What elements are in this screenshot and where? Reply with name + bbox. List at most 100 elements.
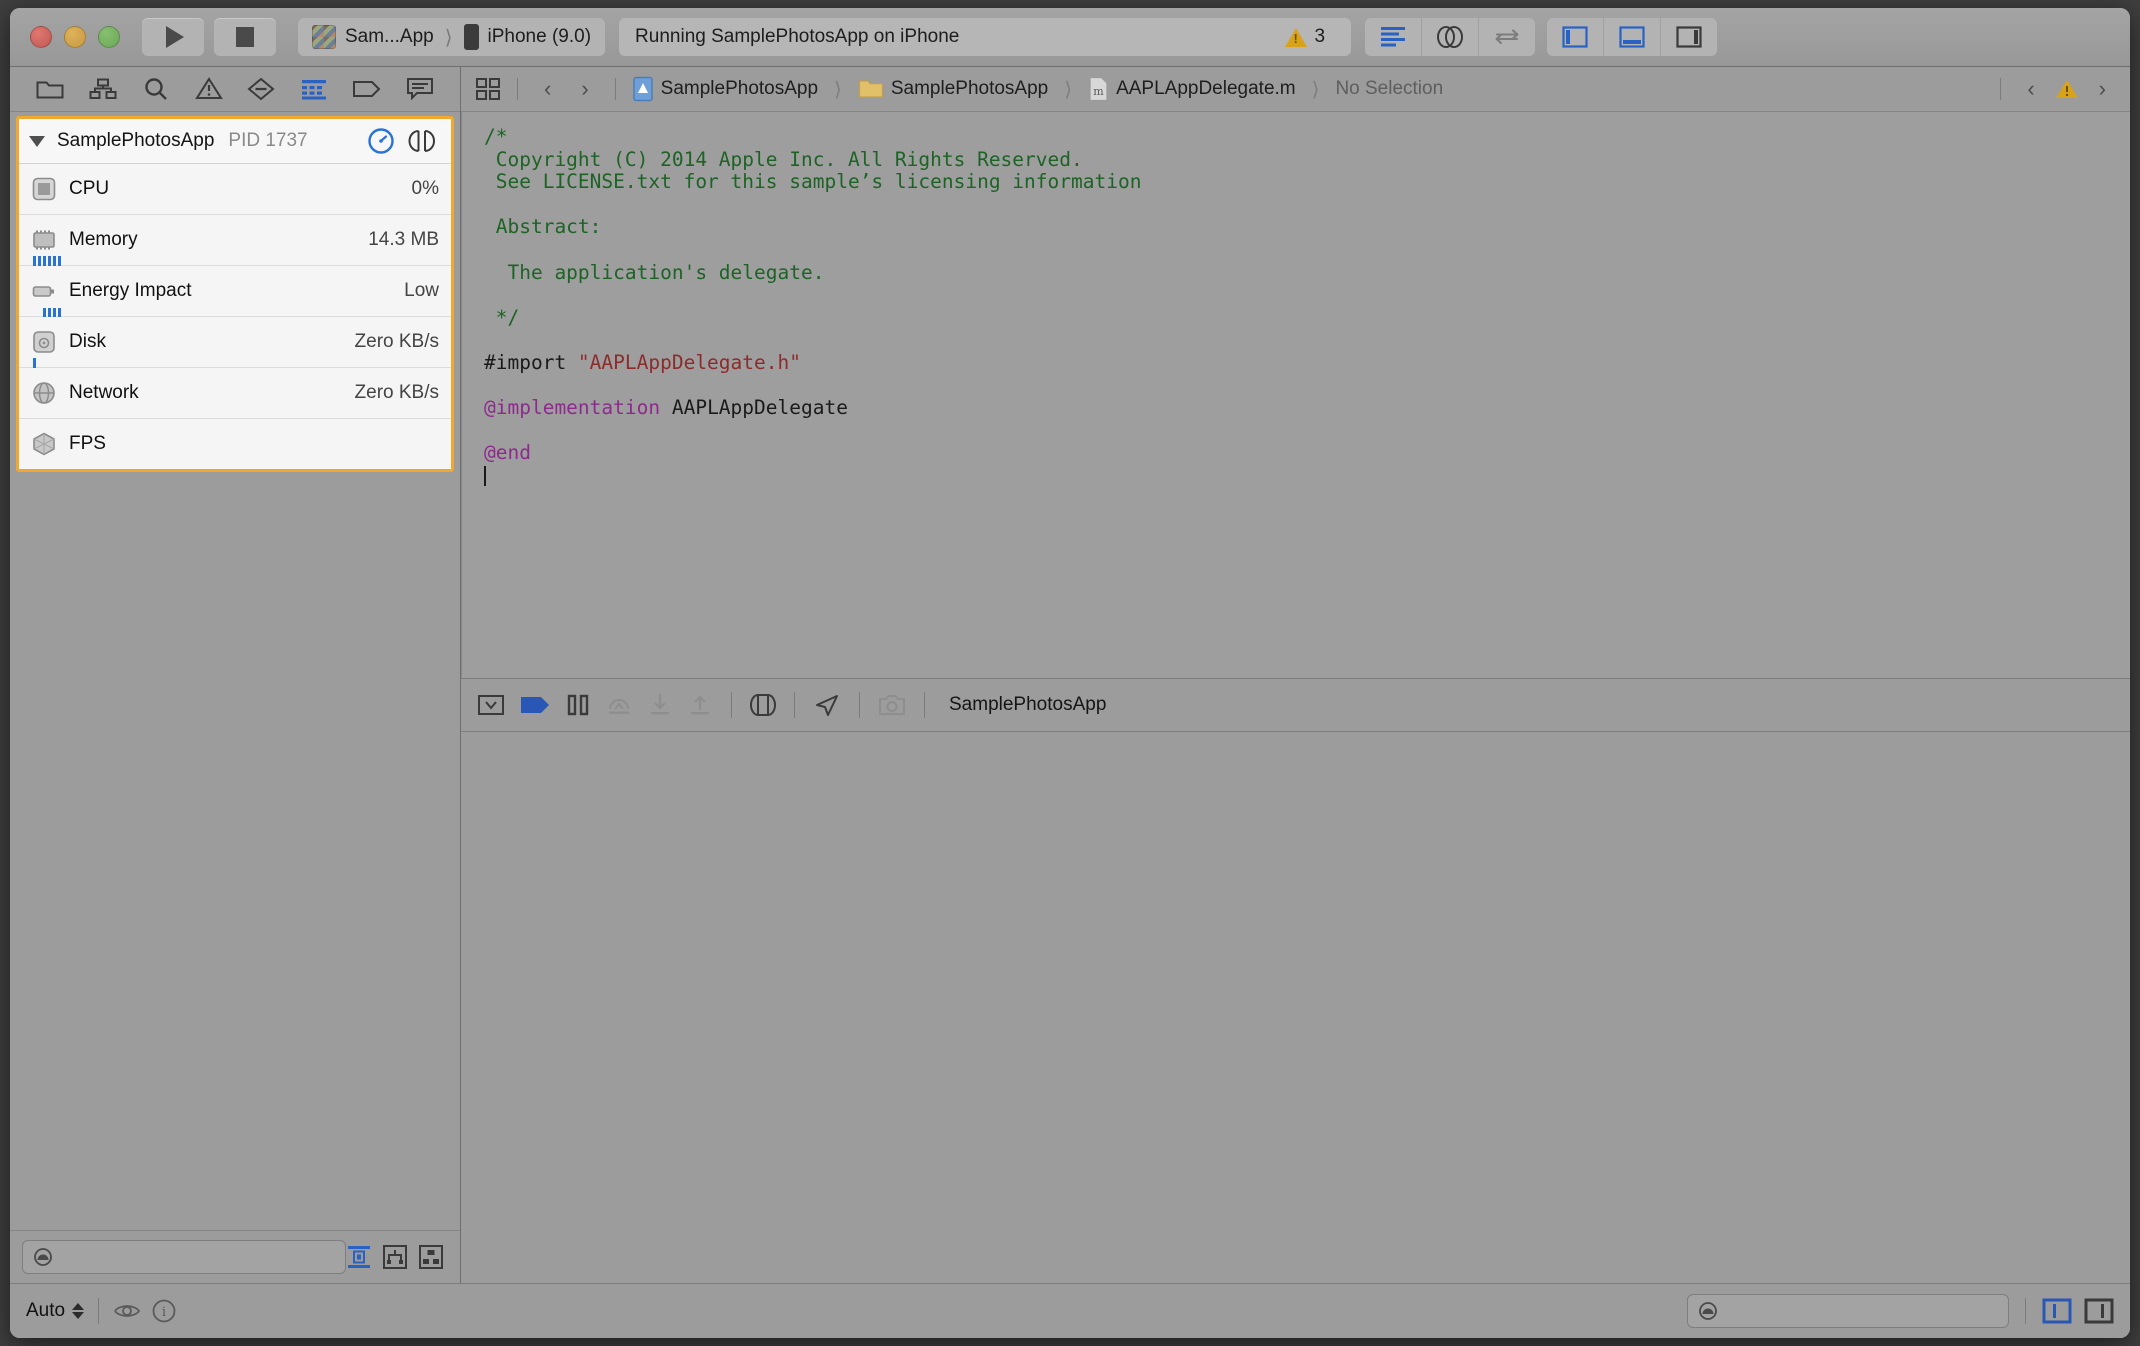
eye-icon[interactable] bbox=[113, 1300, 141, 1322]
deactivate-breakpoints-icon[interactable] bbox=[519, 693, 551, 717]
divider bbox=[517, 78, 518, 100]
show-variables-view-icon[interactable] bbox=[2042, 1298, 2072, 1324]
assistant-editor-button[interactable] bbox=[1422, 18, 1480, 56]
code-line-end-keyword: @end bbox=[484, 441, 531, 465]
capture-gpu-frame-icon[interactable] bbox=[878, 693, 906, 717]
show-console-view-icon[interactable] bbox=[2084, 1298, 2114, 1324]
source-code[interactable]: /* Copyright (C) 2014 Apple Inc. All Rig… bbox=[462, 125, 2130, 488]
chevron-right-icon: ⟩ bbox=[834, 78, 842, 101]
breadcrumb-project[interactable]: SamplePhotosApp bbox=[632, 76, 818, 102]
gauge-label: Memory bbox=[69, 229, 138, 250]
go-forward-button[interactable]: › bbox=[571, 76, 598, 102]
toggle-debug-area-button[interactable] bbox=[1604, 18, 1662, 56]
view-process-icon[interactable] bbox=[346, 1244, 372, 1270]
sidebar-item-find-navigator[interactable] bbox=[133, 74, 179, 104]
step-into-icon[interactable] bbox=[647, 692, 673, 718]
network-icon bbox=[31, 380, 57, 406]
pause-icon[interactable] bbox=[565, 693, 591, 717]
divider bbox=[924, 691, 925, 718]
breadcrumb-folder[interactable]: SamplePhotosApp bbox=[858, 78, 1048, 100]
gauge-row-energy[interactable]: Energy Impact Low bbox=[19, 266, 451, 318]
code-line-abstract-label: Abstract: bbox=[484, 215, 602, 239]
console-filter-input[interactable] bbox=[1726, 1301, 1998, 1321]
standard-editor-button[interactable] bbox=[1365, 18, 1423, 56]
sidebar-item-debug-navigator[interactable] bbox=[291, 74, 337, 104]
process-view-icon[interactable] bbox=[407, 128, 437, 154]
toggle-utilities-button[interactable] bbox=[1661, 18, 1717, 56]
folder-icon bbox=[36, 81, 64, 99]
activity-status-view: Running SamplePhotosApp on iPhone 3 bbox=[619, 18, 1352, 56]
warning-indicator[interactable]: 3 bbox=[1285, 26, 1335, 48]
process-name: SamplePhotosApp bbox=[57, 130, 215, 151]
next-issue-button[interactable]: › bbox=[2089, 76, 2116, 102]
go-back-button[interactable]: ‹ bbox=[534, 76, 561, 102]
stop-icon bbox=[236, 27, 254, 47]
scheme-selector[interactable]: Sam...App ⟩ iPhone (9.0) bbox=[298, 18, 606, 56]
search-icon bbox=[145, 78, 167, 100]
step-over-icon[interactable] bbox=[605, 692, 633, 718]
gauge-label: Energy Impact bbox=[69, 280, 192, 301]
sidebar-item-project-navigator[interactable] bbox=[27, 74, 73, 104]
navigator-filter-input[interactable] bbox=[61, 1247, 335, 1267]
sidebar-item-test-navigator[interactable] bbox=[238, 74, 284, 104]
test-diamond-icon bbox=[247, 77, 275, 101]
xcode-window: Sam...App ⟩ iPhone (9.0) Running SampleP… bbox=[10, 8, 2130, 1338]
svg-text:i: i bbox=[162, 1305, 166, 1320]
gauge-row-memory[interactable]: Memory 14.3 MB bbox=[19, 215, 451, 267]
gauge-row-network[interactable]: Network Zero KB/s bbox=[19, 368, 451, 419]
view-queues-icon[interactable] bbox=[418, 1244, 444, 1270]
jump-bar: ‹ › SamplePhotosApp ⟩ SamplePhotosApp ⟩ … bbox=[461, 67, 2130, 112]
disclosure-triangle-icon[interactable] bbox=[29, 135, 45, 147]
sidebar-item-symbol-navigator[interactable] bbox=[80, 74, 126, 104]
gauge-row-fps[interactable]: FPS bbox=[19, 419, 451, 469]
chevron-right-icon: ⟩ bbox=[1064, 78, 1073, 101]
version-editor-button[interactable] bbox=[1479, 18, 1535, 56]
previous-issue-button[interactable]: ‹ bbox=[2017, 76, 2044, 102]
breadcrumb-selection[interactable]: No Selection bbox=[1335, 78, 1443, 100]
sidebar-item-breakpoint-navigator[interactable] bbox=[344, 74, 390, 104]
gauge-row-disk[interactable]: Disk Zero KB/s bbox=[19, 317, 451, 369]
code-line-copyright: Copyright (C) 2014 Apple Inc. All Rights… bbox=[484, 147, 1083, 171]
text-caret bbox=[484, 465, 486, 486]
hide-debug-area-icon[interactable] bbox=[477, 693, 505, 717]
process-header-row[interactable]: SamplePhotosApp PID 1737 bbox=[19, 119, 451, 164]
close-window-button[interactable] bbox=[30, 26, 52, 48]
view-debugging-icon[interactable] bbox=[750, 692, 776, 718]
sidebar-item-report-navigator[interactable] bbox=[397, 74, 443, 104]
code-line-comment-open: /* bbox=[484, 125, 508, 148]
gauge-row-cpu[interactable]: CPU 0% bbox=[19, 164, 451, 215]
gauge-icon[interactable] bbox=[367, 127, 395, 155]
related-items-icon[interactable] bbox=[475, 77, 501, 101]
auto-popup-button[interactable]: Auto bbox=[26, 1300, 85, 1322]
minimize-window-button[interactable] bbox=[64, 26, 86, 48]
navigator-filter-field[interactable] bbox=[22, 1240, 346, 1274]
breadcrumb-label: SamplePhotosApp bbox=[660, 78, 819, 99]
view-threads-icon[interactable] bbox=[382, 1244, 408, 1270]
svg-text:m: m bbox=[1093, 85, 1104, 98]
stepper-icon[interactable] bbox=[72, 1303, 85, 1319]
zoom-window-button[interactable] bbox=[98, 26, 120, 48]
code-line-import-path: "AAPLAppDelegate.h" bbox=[577, 350, 801, 374]
toggle-navigator-button[interactable] bbox=[1547, 18, 1605, 56]
breadcrumb-label: AAPLAppDelegate.m bbox=[1116, 78, 1296, 99]
gauge-label: CPU bbox=[69, 178, 110, 199]
code-line-implementation-class: AAPLAppDelegate bbox=[660, 396, 848, 420]
window-body: SamplePhotosApp PID 1737 CPU 0% Memory 1… bbox=[10, 67, 2130, 1283]
console-area[interactable] bbox=[461, 731, 2130, 1283]
debug-pane-icon bbox=[1619, 26, 1645, 48]
simulate-location-icon[interactable] bbox=[813, 692, 841, 718]
issue-navigation-group: ‹ › bbox=[1994, 76, 2116, 102]
sidebar-item-issue-navigator[interactable] bbox=[186, 74, 232, 104]
m-file-icon: m bbox=[1089, 76, 1108, 102]
step-out-icon[interactable] bbox=[687, 692, 713, 718]
auto-label: Auto bbox=[26, 1300, 66, 1321]
run-button[interactable] bbox=[142, 18, 204, 56]
gauge-label: Disk bbox=[69, 331, 106, 352]
stop-button[interactable] bbox=[214, 18, 276, 56]
gauge-label: Network bbox=[69, 382, 139, 403]
console-filter-field[interactable] bbox=[1687, 1294, 2009, 1328]
info-icon[interactable]: i bbox=[151, 1298, 177, 1324]
source-editor[interactable]: /* Copyright (C) 2014 Apple Inc. All Rig… bbox=[461, 112, 2130, 678]
breadcrumb-file[interactable]: m AAPLAppDelegate.m bbox=[1088, 76, 1296, 102]
filter-icon bbox=[34, 1248, 52, 1266]
